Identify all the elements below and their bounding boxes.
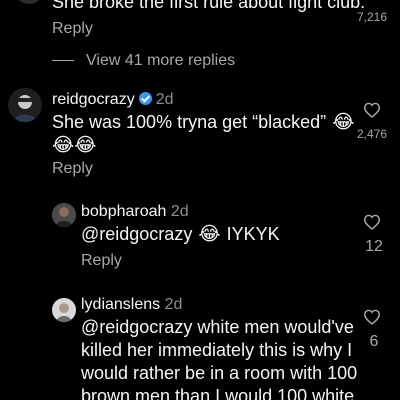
like-button[interactable]	[363, 102, 381, 123]
comment-text-line: She was 100% tryna get “blacked”	[52, 112, 327, 132]
comment-text: @reidgocrazy 😂 IYKYK	[81, 222, 280, 246]
avatar[interactable]	[14, 0, 44, 4]
avatar[interactable]	[52, 203, 76, 227]
like-button[interactable]	[363, 214, 381, 235]
like-button[interactable]	[363, 309, 381, 330]
heart-outline-icon	[363, 214, 381, 230]
verified-badge-icon	[138, 92, 152, 105]
heart-outline-icon	[363, 309, 381, 325]
comment-text-line: brown men than I would 100 white	[81, 386, 355, 400]
timestamp: 2d	[155, 91, 174, 108]
avatar-image	[8, 88, 42, 122]
username-link[interactable]: reidgocrazy	[52, 91, 135, 108]
like-count: 2,476	[356, 127, 388, 141]
mention-link[interactable]: @reidgocrazy	[81, 224, 192, 244]
comment-header: bobpharoah 2d	[81, 202, 189, 222]
comment-header: reidgocrazy 2d	[52, 90, 174, 110]
comment-emoji-line: 😂😂	[52, 133, 96, 157]
avatar[interactable]	[8, 88, 42, 122]
timestamp: 2d	[164, 296, 183, 313]
comment-header: lydianslens 2d	[81, 295, 182, 315]
like-count: 12	[365, 238, 383, 255]
like-count: 7,216	[356, 10, 388, 24]
view-more-replies-label: View 41 more replies	[86, 52, 236, 69]
avatar-image	[52, 203, 76, 227]
face-with-tears-of-joy: 😂	[52, 134, 75, 156]
comment-text-line: @reidgocrazy white men would've	[81, 317, 354, 337]
face-with-tears-of-joy: 😂	[74, 134, 97, 156]
comment-text-line: would rather be in a room with 100	[81, 363, 358, 383]
like-count: 6	[369, 333, 379, 350]
username-link[interactable]: bobpharoah	[81, 203, 166, 220]
reply-button[interactable]: Reply	[81, 251, 122, 271]
avatar[interactable]	[52, 298, 76, 322]
face-with-tears-of-joy: 😂	[192, 223, 227, 245]
avatar-image	[52, 298, 76, 322]
heart-outline-icon	[363, 102, 381, 118]
face-with-tears-of-joy: 😂	[326, 111, 355, 133]
comments-screen: She broke the first rule about fight clu…	[0, 0, 400, 400]
view-more-replies-button[interactable]: View 41 more replies	[52, 51, 235, 71]
reply-button[interactable]: Reply	[52, 159, 93, 179]
comment-text-line: IYKYK	[226, 224, 280, 244]
username-link[interactable]: lydianslens	[81, 296, 160, 313]
comment-text: She was 100% tryna get “blacked” 😂	[52, 110, 354, 134]
timestamp: 2d	[170, 203, 189, 220]
comment-text-line: killed her immediately this is why I	[81, 340, 353, 360]
reply-button[interactable]: Reply	[52, 19, 93, 39]
comment-text: She broke the first rule about fight clu…	[52, 0, 366, 12]
divider-line	[52, 60, 74, 62]
